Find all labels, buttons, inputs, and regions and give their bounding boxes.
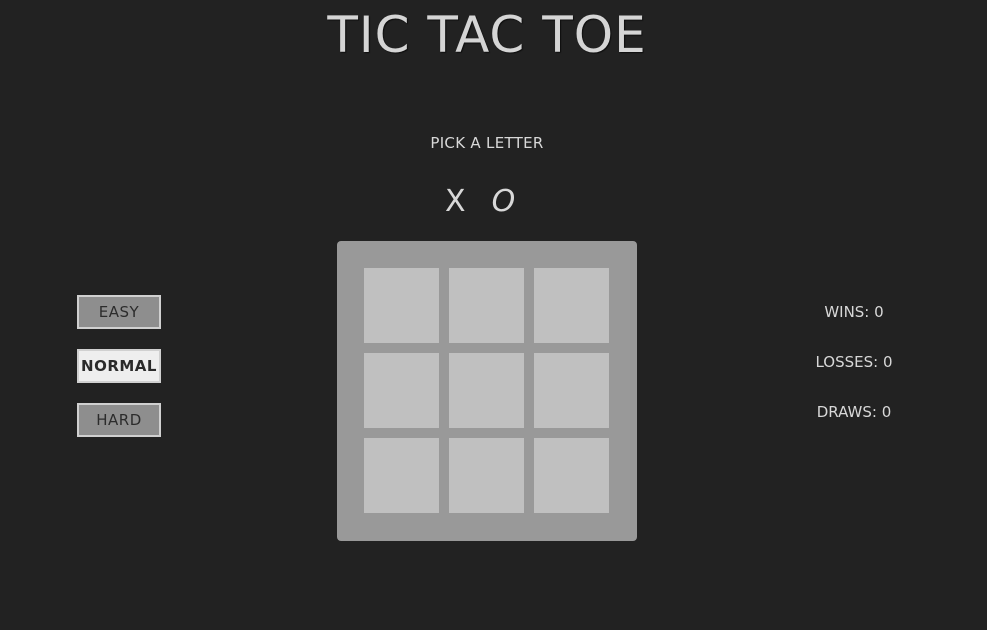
board-cell-8[interactable]: [449, 438, 524, 513]
difficulty-hard-button[interactable]: HARD: [77, 403, 161, 437]
board-cell-3[interactable]: [534, 268, 609, 343]
game-title: TIC TAC TOE: [327, 6, 647, 64]
board-cell-4[interactable]: [364, 353, 439, 428]
difficulty-easy-button[interactable]: EASY: [77, 295, 161, 329]
difficulty-normal-button[interactable]: NORMAL: [77, 349, 161, 383]
draws-counter: DRAWS: 0: [816, 403, 892, 421]
board-cell-5[interactable]: [449, 353, 524, 428]
board-cell-7[interactable]: [364, 438, 439, 513]
losses-counter: LOSSES: 0: [815, 353, 893, 371]
letter-o-button[interactable]: O: [492, 182, 516, 222]
wins-counter: WINS: 0: [824, 303, 884, 321]
letter-picker: X O: [445, 182, 515, 222]
board-cell-6[interactable]: [534, 353, 609, 428]
board-cell-1[interactable]: [364, 268, 439, 343]
board-cell-9[interactable]: [534, 438, 609, 513]
game-board: [337, 241, 637, 541]
board-cell-2[interactable]: [449, 268, 524, 343]
letter-x-button[interactable]: X: [445, 182, 466, 222]
pick-letter-label: PICK A LETTER: [430, 134, 544, 152]
